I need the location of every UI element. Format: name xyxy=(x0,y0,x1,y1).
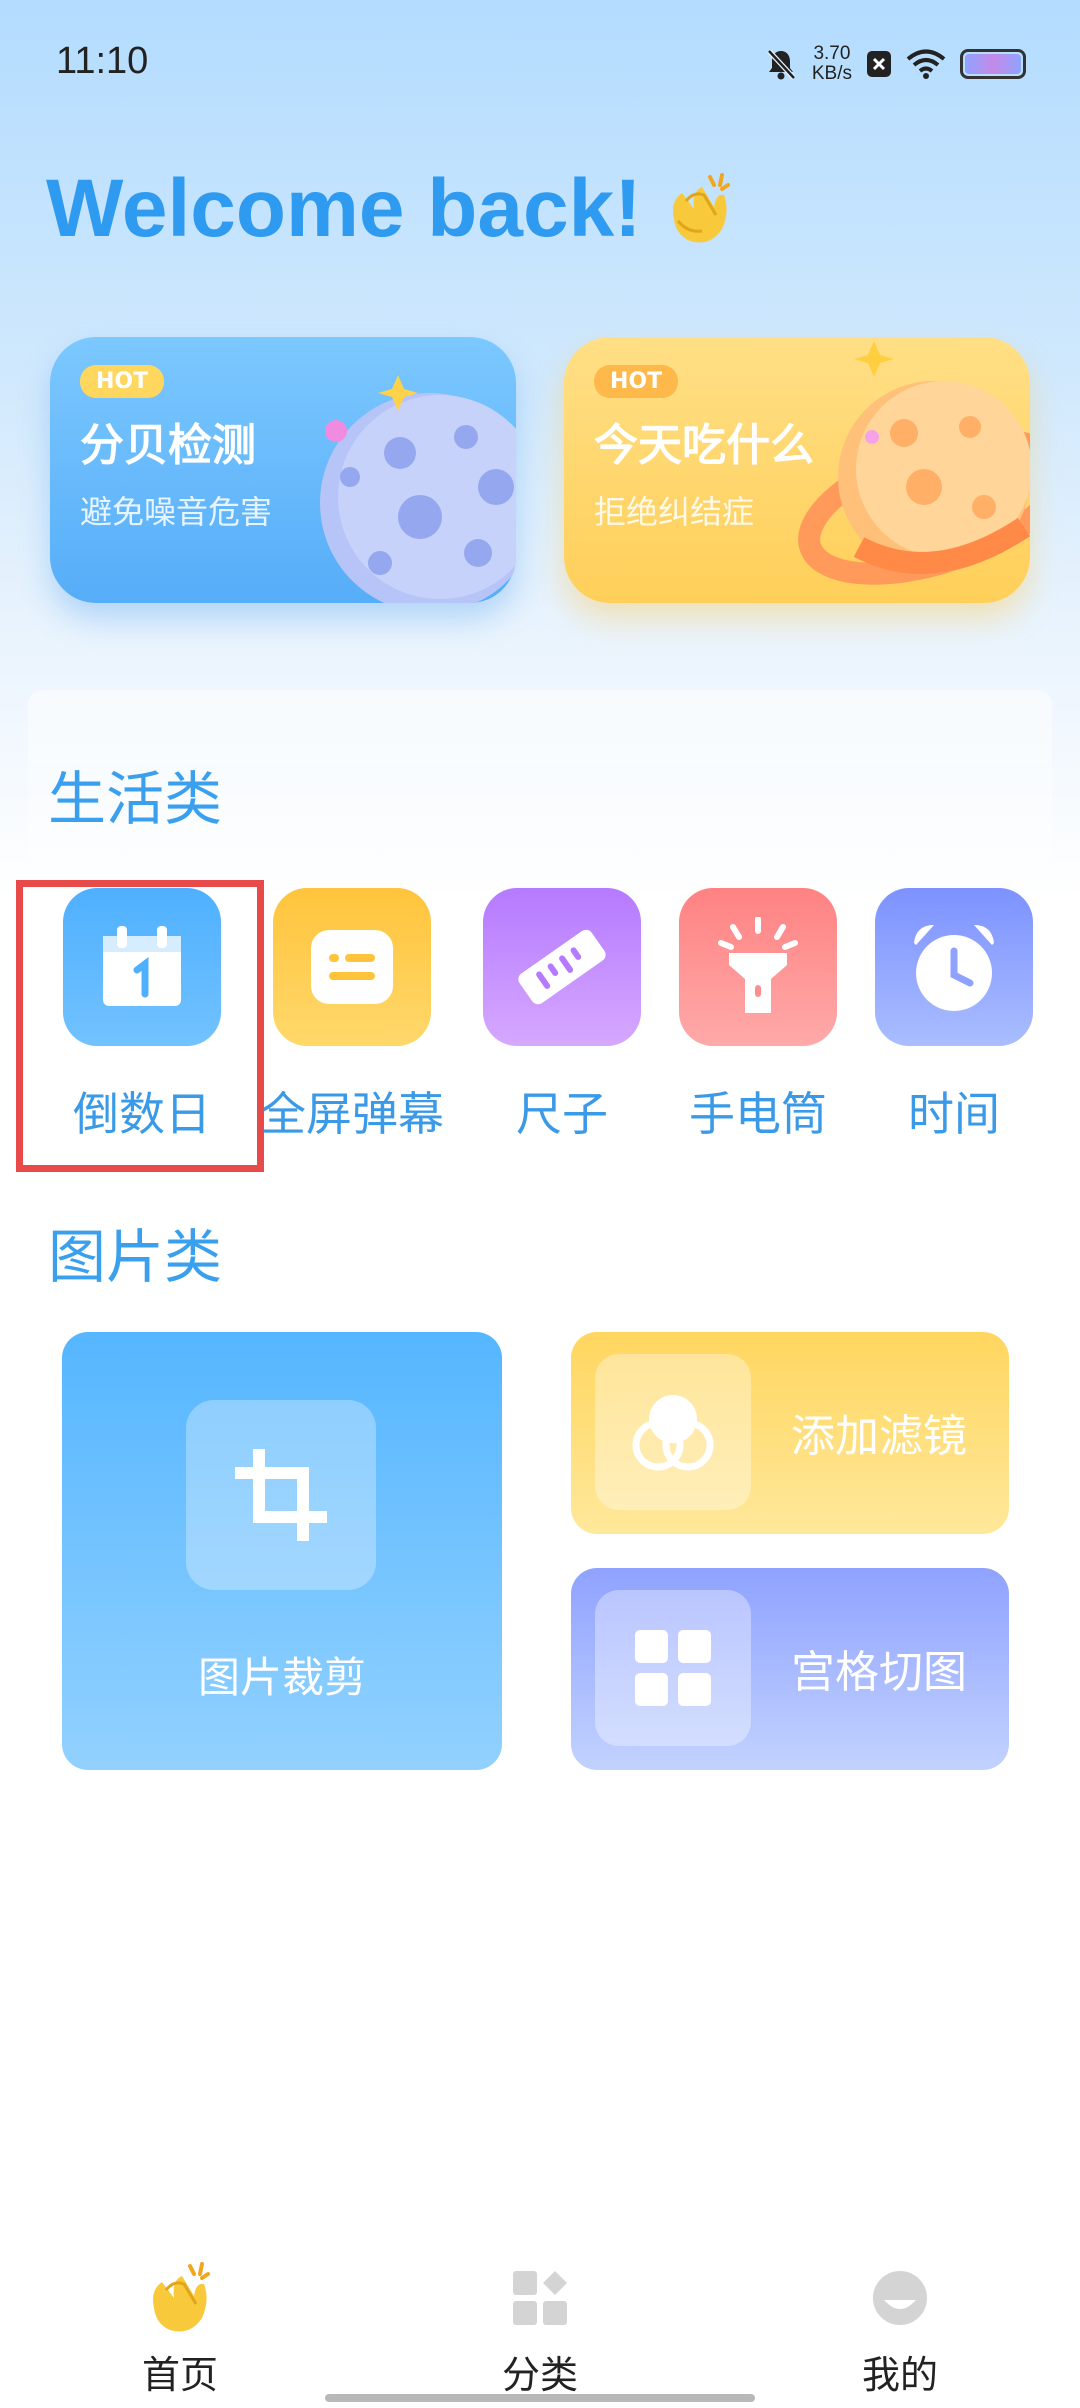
ruler-icon xyxy=(483,888,641,1046)
crop-icon xyxy=(186,1400,376,1590)
battery-icon xyxy=(960,49,1026,79)
picture-card-label: 宫格切图 xyxy=(791,1647,967,1698)
tool-label: 尺子 xyxy=(516,1087,608,1141)
tool-time[interactable]: 时间 xyxy=(874,888,1034,1141)
hot-badge: HOT xyxy=(80,365,165,398)
category-icon xyxy=(440,2260,640,2336)
nav-item-home[interactable]: 首页 xyxy=(80,2260,280,2399)
hot-card-subtitle: 避免噪音危害 xyxy=(80,493,273,531)
hot-card-food[interactable]: HOT 今天吃什么 拒绝纠结症 xyxy=(564,337,1030,603)
moon-planet-icon xyxy=(320,375,516,603)
mute-icon xyxy=(767,49,796,80)
status-time: 11:10 xyxy=(56,40,149,82)
picture-section-title: 图片类 xyxy=(48,1223,223,1291)
nav-item-profile[interactable]: 我的 xyxy=(800,2260,1000,2399)
network-speed-value: 3.70 xyxy=(813,43,851,64)
hot-card-decibel[interactable]: HOT 分贝检测 避免噪音危害 xyxy=(50,337,516,603)
highlight-box xyxy=(16,880,264,1172)
tool-flashlight[interactable]: 手电筒 xyxy=(678,888,838,1141)
alarm-clock-icon xyxy=(875,888,1033,1046)
tool-label: 全屏弹幕 xyxy=(260,1087,444,1141)
picture-card-grid[interactable]: 宫格切图 xyxy=(571,1568,1009,1770)
hot-card-subtitle: 拒绝纠结症 xyxy=(594,493,755,531)
picture-card-label: 添加滤镜 xyxy=(791,1411,967,1462)
home-indicator xyxy=(325,2394,755,2402)
hot-card-title: 分贝检测 xyxy=(80,420,256,471)
clapping-hands-icon xyxy=(80,2260,280,2336)
status-bar: 11:10 3.70 KB/s xyxy=(0,0,1080,125)
picture-card-label: 图片裁剪 xyxy=(197,1653,366,1702)
filter-icon xyxy=(595,1354,751,1510)
tool-ruler[interactable]: 尺子 xyxy=(482,888,642,1141)
flashlight-icon xyxy=(679,888,837,1046)
message-icon xyxy=(273,888,431,1046)
hot-badge: HOT xyxy=(594,365,679,398)
life-section-title: 生活类 xyxy=(48,765,223,833)
bottom-nav: 首页 分类 我的 xyxy=(0,2236,1080,2408)
close-box-icon xyxy=(867,51,891,77)
grid-icon xyxy=(595,1590,751,1746)
welcome-text: Welcome back! xyxy=(46,163,642,254)
nav-label: 我的 xyxy=(861,2353,938,2397)
profile-icon xyxy=(800,2260,1000,2336)
network-speed: 3.70 KB/s xyxy=(812,44,852,84)
nav-label: 首页 xyxy=(141,2353,218,2397)
tool-label: 手电筒 xyxy=(689,1087,827,1141)
hot-card-title: 今天吃什么 xyxy=(594,420,814,471)
network-speed-unit: KB/s xyxy=(811,63,852,84)
welcome-header: Welcome back! xyxy=(46,162,736,256)
tool-label: 时间 xyxy=(908,1087,1000,1141)
nav-label: 分类 xyxy=(501,2353,578,2397)
picture-card-filter[interactable]: 添加滤镜 xyxy=(571,1332,1009,1534)
picture-card-crop[interactable]: 图片裁剪 xyxy=(62,1332,502,1770)
status-icons: 3.70 KB/s xyxy=(764,40,1026,88)
tool-fullscreen-danmaku[interactable]: 全屏弹幕 xyxy=(260,888,444,1141)
nav-item-category[interactable]: 分类 xyxy=(440,2260,640,2399)
wifi-icon xyxy=(906,49,946,79)
clapping-hands-icon xyxy=(672,173,730,243)
